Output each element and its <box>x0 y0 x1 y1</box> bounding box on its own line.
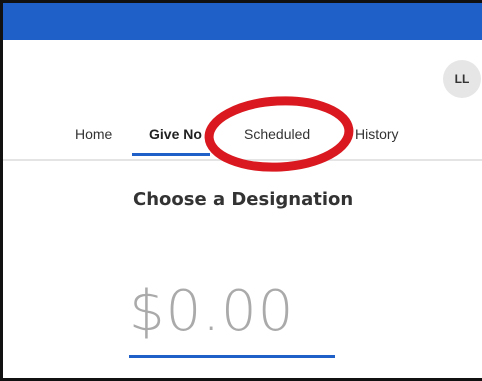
page-title: Choose a Designation <box>133 189 354 210</box>
amount-input[interactable] <box>129 268 335 358</box>
tab-home[interactable]: Home <box>75 126 112 142</box>
avatar[interactable]: LL <box>443 60 481 98</box>
tab-bar: Home Give No Scheduled History <box>3 123 482 161</box>
tab-scheduled[interactable]: Scheduled <box>244 126 310 142</box>
active-tab-indicator <box>132 153 210 156</box>
tab-history[interactable]: History <box>355 126 399 142</box>
top-header-bar <box>3 3 482 40</box>
app-window: LL Home Give No Scheduled History Choose… <box>0 0 482 381</box>
tab-give-now[interactable]: Give No <box>149 126 202 142</box>
